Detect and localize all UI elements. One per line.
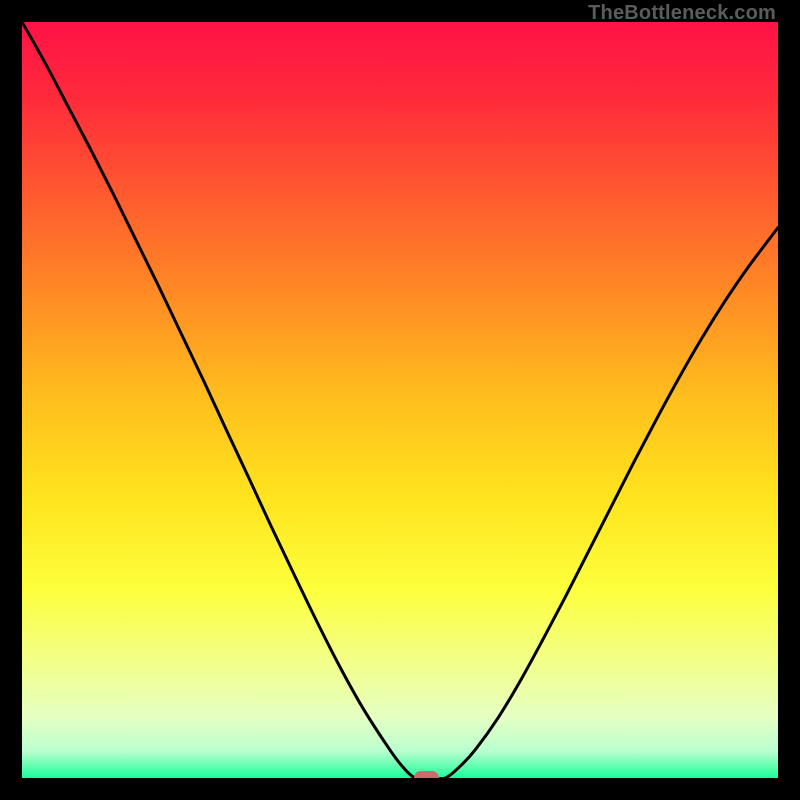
plot-area (22, 22, 778, 778)
optimal-marker (414, 771, 439, 778)
chart-svg (22, 22, 778, 778)
chart-frame: TheBottleneck.com (0, 0, 800, 800)
gradient-background (22, 22, 778, 778)
